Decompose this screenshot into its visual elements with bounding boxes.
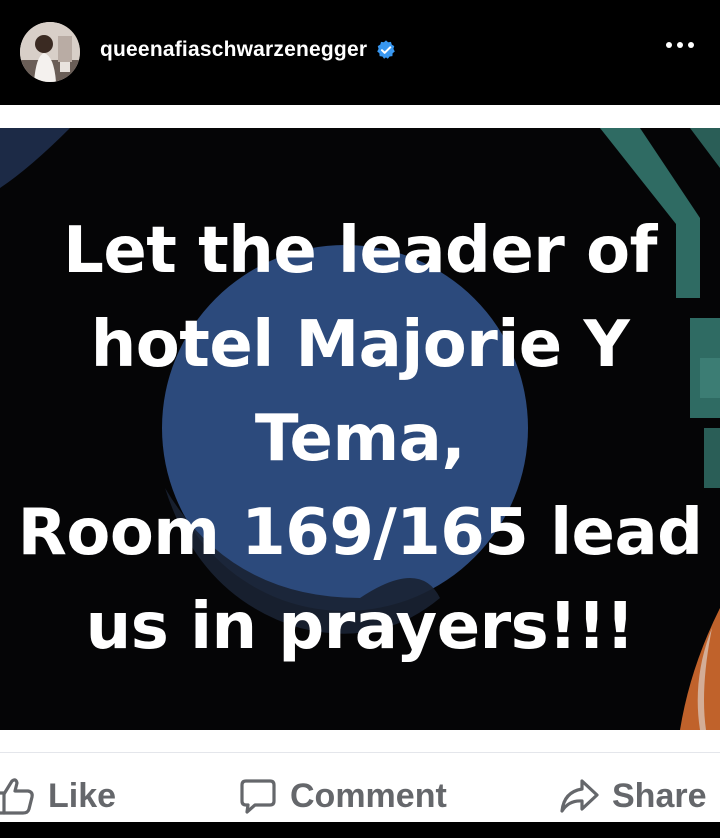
image-text-line: Let the leader of: [63, 214, 657, 288]
more-dot: [666, 42, 672, 48]
username[interactable]: queenafiaschwarzenegger: [100, 38, 367, 62]
image-text-line: Room 169/165 lead: [17, 496, 703, 570]
avatar-image-icon: [20, 22, 80, 82]
username-row: queenafiaschwarzenegger: [100, 38, 397, 62]
instagram-post-screen: queenafiaschwarzenegger Let the leader o…: [0, 0, 720, 838]
more-dot: [688, 42, 694, 48]
image-text-line: Tema,: [254, 402, 466, 476]
post-image[interactable]: Let the leader of hotel Majorie Y Tema, …: [0, 128, 720, 730]
thumbs-up-icon: [0, 778, 34, 815]
share-arrow-icon: [560, 779, 599, 813]
profile-avatar[interactable]: [20, 22, 80, 82]
comment-label: Comment: [290, 776, 447, 815]
like-label: Like: [48, 776, 117, 815]
comment-bubble-icon: [240, 779, 276, 814]
verified-badge-icon: [377, 40, 396, 59]
more-options-icon[interactable]: [666, 42, 694, 48]
post-image-text: Let the leader of hotel Majorie Y Tema, …: [0, 204, 720, 674]
image-text-line: hotel Majorie Y: [90, 308, 630, 382]
share-label: Share: [612, 776, 707, 815]
more-dot: [677, 42, 683, 48]
post-header: queenafiaschwarzenegger: [0, 0, 720, 105]
bottom-edge: [0, 822, 720, 838]
image-text-line: us in prayers!!!: [85, 590, 635, 664]
